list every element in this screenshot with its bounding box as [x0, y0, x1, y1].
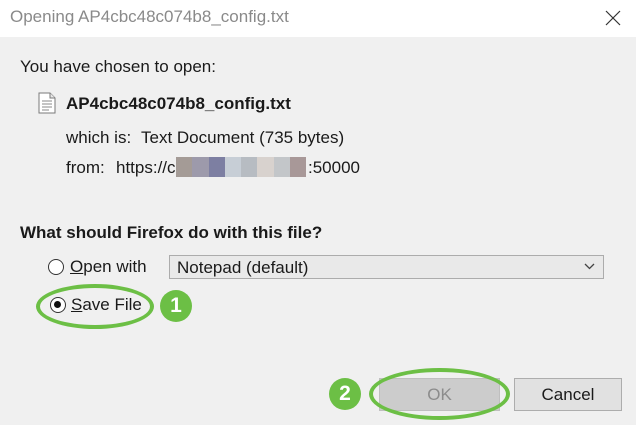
open-with-radio[interactable]	[48, 259, 64, 275]
redaction-block	[208, 157, 225, 177]
save-file-highlight	[36, 284, 154, 329]
redaction-block	[289, 157, 306, 177]
source-label: from:	[66, 158, 105, 177]
file-type-label: which is:	[66, 128, 132, 147]
redacted-url	[176, 157, 306, 177]
source-url-suffix: :50000	[308, 158, 360, 177]
application-select[interactable]: Notepad (default)	[169, 255, 604, 279]
question-heading: What should Firefox do with this file?	[20, 223, 323, 242]
redaction-block	[224, 157, 241, 177]
cancel-button[interactable]: Cancel	[514, 378, 622, 411]
chevron-down-icon	[584, 263, 595, 270]
close-icon	[605, 10, 621, 26]
dialog-body: You have chosen to open: AP4cbc48c074b8_…	[0, 37, 636, 425]
close-button[interactable]	[590, 0, 636, 37]
step-badge-2: 2	[329, 378, 361, 410]
intro-text: You have chosen to open:	[20, 57, 216, 76]
redaction-block	[241, 157, 258, 177]
open-with-mnemonic: O	[70, 257, 84, 276]
file-type-value: Text Document (735 bytes)	[141, 128, 345, 147]
step-badge-1: 1	[160, 290, 192, 322]
open-with-label[interactable]: Open with	[70, 257, 147, 277]
redaction-block	[257, 157, 274, 177]
application-select-value: Notepad (default)	[177, 258, 309, 277]
title-bar: Opening AP4cbc48c074b8_config.txt	[0, 0, 636, 37]
source-url-prefix: https://c	[116, 158, 176, 177]
redaction-block	[176, 157, 193, 177]
open-with-label-text: pen with	[83, 257, 147, 276]
text-document-icon	[38, 92, 56, 119]
window-title: Opening AP4cbc48c074b8_config.txt	[10, 7, 289, 26]
ok-button-highlight	[369, 368, 510, 420]
file-name: AP4cbc48c074b8_config.txt	[66, 94, 291, 113]
redaction-block	[192, 157, 209, 177]
redaction-block	[273, 157, 290, 177]
